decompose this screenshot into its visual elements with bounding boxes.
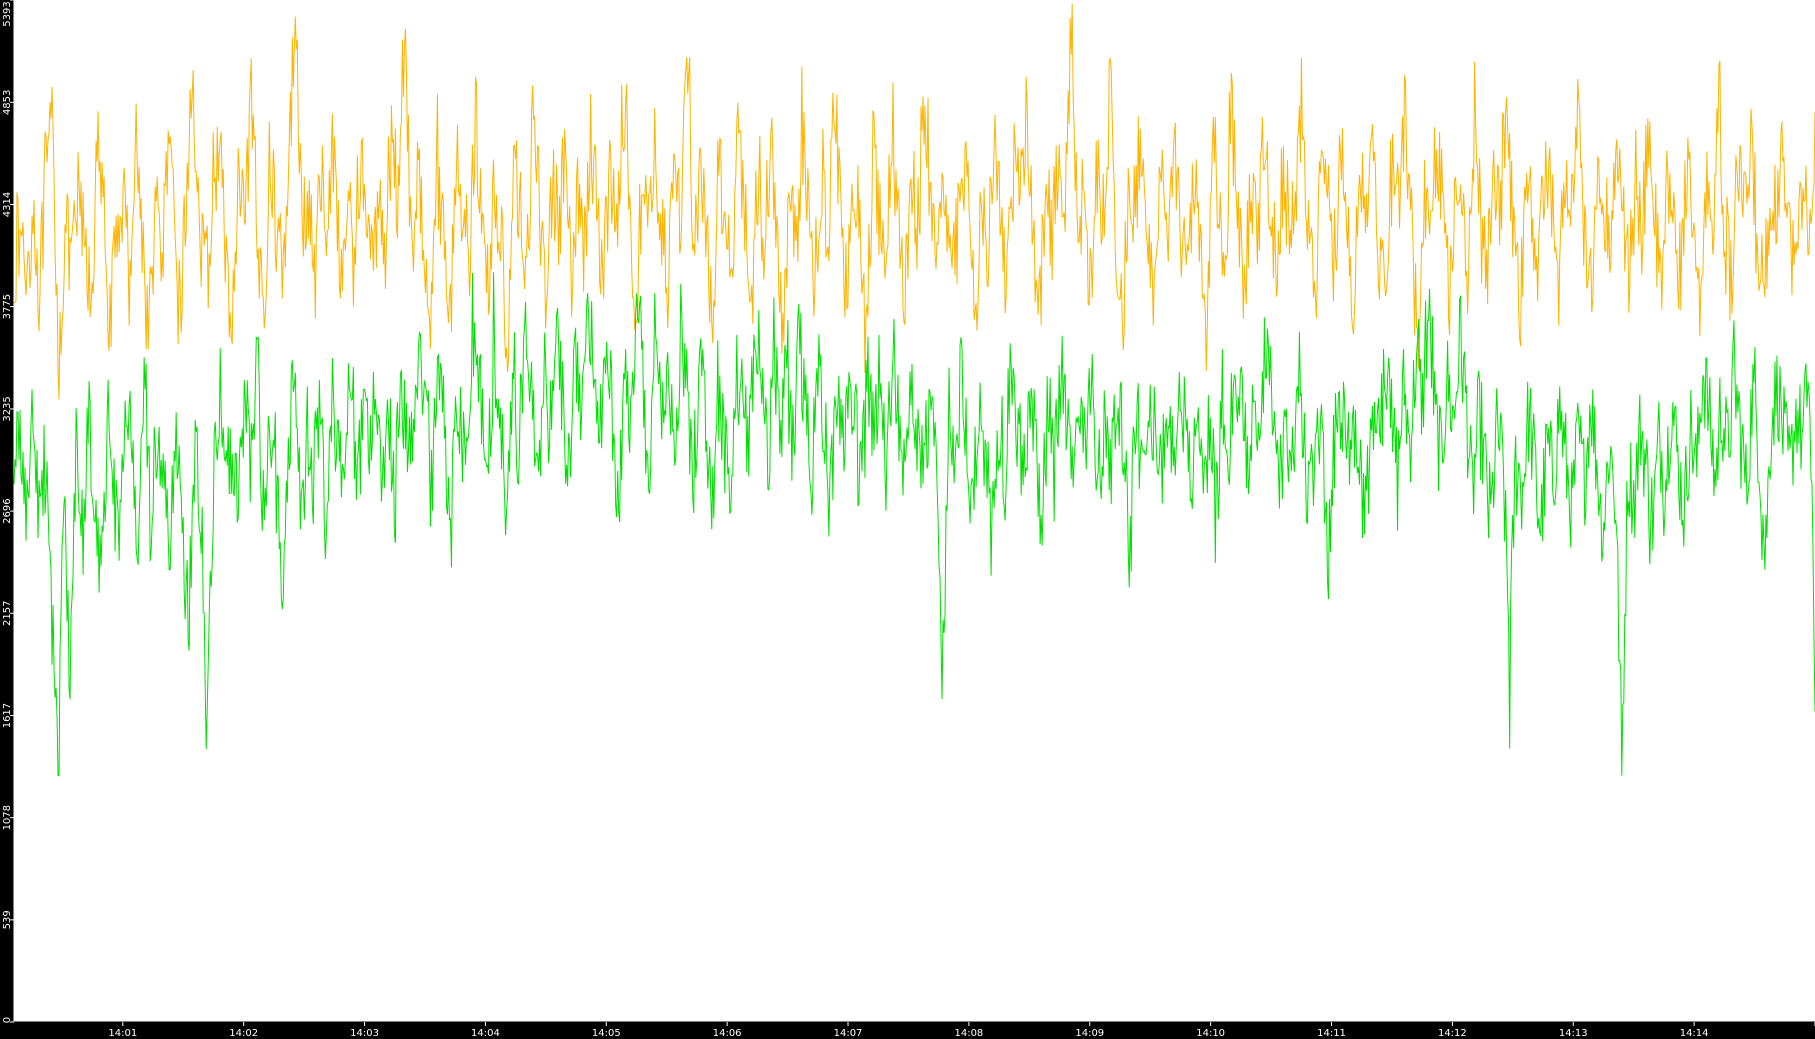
y-tick-label: 539 — [2, 910, 13, 929]
y-tick-label: 1617 — [2, 703, 13, 728]
x-tick-label: 14:01 — [108, 1028, 137, 1039]
y-tick-label: 3235 — [2, 396, 13, 421]
x-tick-label: 14:08 — [954, 1028, 983, 1039]
x-tick-label: 14:10 — [1196, 1028, 1225, 1039]
x-tick-label: 14:07 — [834, 1028, 863, 1039]
x-tick-label: 14:05 — [592, 1028, 621, 1039]
chart-canvas: 0 539 1078 1617 2157 2696 3235 3775 4314 4853 5393… — [0, 0, 1815, 1039]
x-tick-label: 14:09 — [1075, 1028, 1104, 1039]
x-axis-ticks: 14:01 14:02 14:03 14:04 14:05 14:06 14:07 14:08… — [108, 1022, 1815, 1039]
y-axis-ticks: 0 539 1078 1617 2157 2696 3235 3775 4314 4853 5393 — [2, 0, 14, 1023]
y-tick-label: 3775 — [2, 294, 13, 319]
x-tick-label: 14:02 — [229, 1028, 258, 1039]
x-tick-label: 14:11 — [1317, 1028, 1346, 1039]
x-tick-label: 14:12 — [1438, 1028, 1467, 1039]
y-tick-label: 2696 — [2, 498, 13, 523]
line-chart: 0 539 1078 1617 2157 2696 3235 3775 4314 4853 5393… — [2, 0, 1815, 1039]
x-tick-label: 14:06 — [713, 1028, 742, 1039]
x-tick-label: 14:04 — [471, 1028, 500, 1039]
x-tick-label: 14:13 — [1559, 1028, 1588, 1039]
y-tick-label: 0 — [2, 1017, 13, 1023]
y-tick-label: 1078 — [2, 805, 13, 830]
y-tick-label: 2157 — [2, 601, 13, 626]
y-tick-label: 4853 — [2, 90, 13, 115]
x-tick-label: 14:03 — [350, 1028, 379, 1039]
x-tick-label: 14:14 — [1680, 1028, 1709, 1039]
y-tick-label: 5393 — [2, 1, 13, 26]
y-tick-label: 4314 — [2, 192, 13, 217]
